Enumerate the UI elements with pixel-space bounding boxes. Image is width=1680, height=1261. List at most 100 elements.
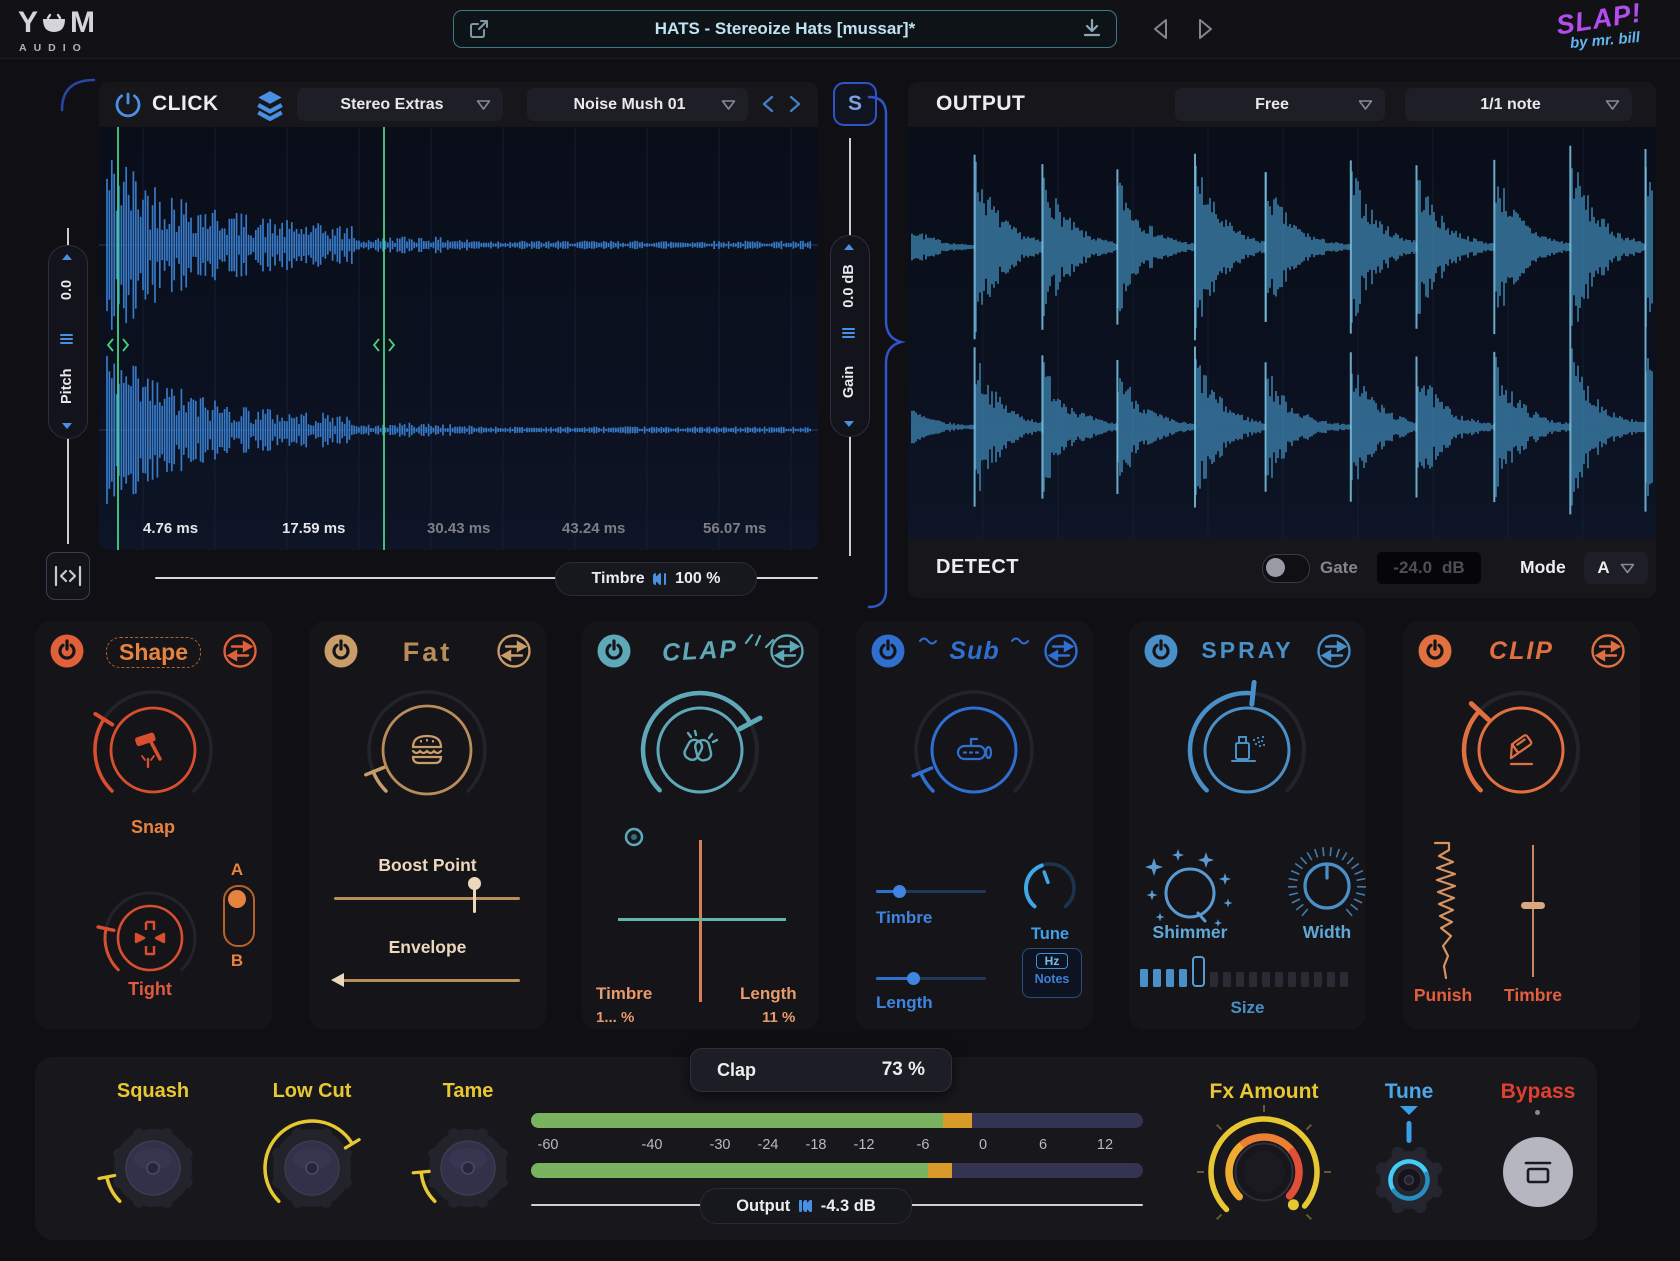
sparkles bbox=[1145, 849, 1233, 927]
hz-option[interactable]: Hz bbox=[1036, 953, 1069, 969]
sub-length-slider[interactable] bbox=[876, 971, 986, 985]
click-category-dropdown[interactable]: Stereo Extras bbox=[297, 88, 503, 121]
fat-swap-icon[interactable] bbox=[496, 633, 532, 669]
clip-knob[interactable] bbox=[1446, 675, 1596, 825]
clip-punish-slider[interactable] bbox=[1415, 840, 1475, 982]
clap-x-value[interactable]: 1... % bbox=[596, 1009, 634, 1026]
meter-bottom bbox=[531, 1163, 1143, 1178]
meter-scale-label: -60 bbox=[538, 1137, 559, 1153]
export-icon[interactable] bbox=[468, 18, 490, 40]
shape-snap-knob[interactable] bbox=[78, 675, 228, 825]
boost-point-slider[interactable] bbox=[334, 877, 520, 917]
envelope-handle[interactable] bbox=[329, 971, 347, 989]
sub-timbre-handle[interactable] bbox=[893, 885, 906, 898]
bypass-button[interactable] bbox=[1503, 1137, 1573, 1207]
bottom-tune-knob[interactable] bbox=[1364, 1135, 1454, 1225]
size-meter[interactable] bbox=[1140, 955, 1358, 987]
drag-grip-icon[interactable] bbox=[842, 326, 855, 340]
save-download-icon[interactable] bbox=[1082, 18, 1102, 40]
gain-slider[interactable]: 0.0 dB Gain bbox=[830, 235, 870, 437]
sample-prev-icon[interactable] bbox=[758, 93, 780, 115]
sub-tune-knob[interactable] bbox=[1018, 856, 1082, 920]
size-bar bbox=[1340, 972, 1348, 987]
gate-toggle[interactable] bbox=[1262, 554, 1310, 583]
output-gain-value[interactable]: -4.3 dB bbox=[821, 1197, 876, 1216]
grid-lines bbox=[143, 127, 791, 550]
timbre-value[interactable]: 100 % bbox=[675, 570, 720, 588]
fx-amount-knob[interactable] bbox=[1189, 1097, 1339, 1247]
clip-timbre-handle[interactable] bbox=[1521, 902, 1545, 909]
end-cursor[interactable] bbox=[374, 127, 394, 550]
arrow-right-icon[interactable] bbox=[652, 573, 660, 585]
output-gain-slider[interactable]: Output -4.3 dB bbox=[700, 1188, 912, 1224]
size-handle[interactable] bbox=[1192, 956, 1205, 987]
clip-timbre-slider[interactable] bbox=[1508, 840, 1558, 982]
spray-knob[interactable] bbox=[1172, 675, 1322, 825]
pitch-value[interactable]: 0.0 bbox=[59, 276, 75, 304]
output-note-dropdown[interactable]: 1/1 note bbox=[1405, 88, 1632, 121]
layers-icon[interactable] bbox=[254, 89, 286, 121]
sub-length-handle[interactable] bbox=[907, 972, 920, 985]
clap-swap-icon[interactable] bbox=[769, 633, 805, 669]
clap-y-value[interactable]: 11 % bbox=[762, 1009, 795, 1026]
gate-toggle-knob[interactable] bbox=[1266, 558, 1285, 577]
clap-amount-tooltip[interactable]: Clap 73 % bbox=[690, 1048, 952, 1092]
arrow-right-icon[interactable] bbox=[802, 1200, 810, 1212]
arrow-down-icon[interactable] bbox=[61, 422, 73, 430]
gate-threshold-value[interactable]: -24.0 bbox=[1393, 558, 1432, 578]
click-power-icon[interactable] bbox=[113, 90, 143, 120]
mode-label: Mode bbox=[1520, 557, 1566, 578]
tame-knob[interactable] bbox=[413, 1113, 523, 1223]
gain-value[interactable]: 0.0 dB bbox=[841, 258, 857, 314]
sub-knob[interactable] bbox=[899, 675, 1049, 825]
clap-knob[interactable] bbox=[625, 675, 775, 825]
hz-notes-toggle[interactable]: Hz Notes bbox=[1022, 948, 1082, 998]
sub-swap-icon[interactable] bbox=[1043, 633, 1079, 669]
clip-swap-icon[interactable] bbox=[1590, 633, 1626, 669]
spray-swap-icon[interactable] bbox=[1316, 633, 1352, 669]
envelope-slider[interactable] bbox=[334, 965, 520, 995]
meter-scale-label: -24 bbox=[758, 1137, 779, 1153]
loop-expand-button[interactable] bbox=[46, 552, 90, 600]
notes-option[interactable]: Notes bbox=[1023, 972, 1081, 986]
pitch-slider[interactable]: 0.0 Pitch bbox=[48, 245, 88, 439]
boost-point-track[interactable] bbox=[334, 897, 520, 900]
preset-bar[interactable]: HATS - Stereoize Hats [mussar]* bbox=[453, 10, 1117, 48]
mode-dropdown[interactable]: A bbox=[1584, 552, 1648, 584]
preset-prev-button[interactable] bbox=[1148, 16, 1174, 42]
envelope-track[interactable] bbox=[334, 979, 520, 982]
clap-xy-hline[interactable] bbox=[618, 918, 786, 921]
output-sync-dropdown[interactable]: Free bbox=[1175, 88, 1385, 121]
burger-icon bbox=[413, 736, 441, 763]
ab-toggle[interactable] bbox=[223, 885, 255, 947]
detect-bar: DETECT Gate -24.0 dB Mode A bbox=[908, 538, 1656, 598]
spray-width-knob[interactable] bbox=[1279, 838, 1375, 934]
arrow-down-icon[interactable] bbox=[843, 420, 855, 428]
clap-xy-indicator[interactable] bbox=[623, 826, 645, 848]
sub-timbre-slider[interactable] bbox=[876, 884, 986, 898]
lowcut-knob[interactable] bbox=[257, 1113, 367, 1223]
squash-knob[interactable] bbox=[98, 1113, 208, 1223]
drag-grip-icon[interactable] bbox=[60, 332, 73, 346]
preset-title[interactable]: HATS - Stereoize Hats [mussar]* bbox=[494, 11, 1076, 47]
boost-point-handle[interactable] bbox=[468, 877, 481, 890]
meter-scale-label: 6 bbox=[1039, 1137, 1047, 1153]
module-clap: CLAP Timbre 1... % Length bbox=[582, 621, 819, 1030]
arrow-up-icon[interactable] bbox=[843, 243, 855, 251]
click-waveform-display[interactable]: 4.76 ms 17.59 ms 30.43 ms 43.24 ms 56.07… bbox=[99, 127, 818, 550]
fat-knob[interactable] bbox=[352, 675, 502, 825]
ab-toggle-knob[interactable] bbox=[228, 890, 246, 908]
click-timbre-slider[interactable]: Timbre 100 % bbox=[555, 562, 757, 596]
arrow-up-icon[interactable] bbox=[61, 253, 73, 261]
shape-tight-knob[interactable] bbox=[95, 883, 205, 993]
sample-next-icon[interactable] bbox=[783, 93, 805, 115]
click-sample-dropdown[interactable]: Noise Mush 01 bbox=[527, 88, 748, 121]
sub-length-label: Length bbox=[876, 993, 933, 1013]
gate-threshold-box[interactable]: -24.0 dB bbox=[1377, 552, 1481, 584]
meter-top-green bbox=[531, 1113, 943, 1128]
shape-swap-icon[interactable] bbox=[222, 633, 258, 669]
preset-next-button[interactable] bbox=[1192, 16, 1218, 42]
expand-icon bbox=[54, 565, 82, 587]
clap-xy-vline[interactable] bbox=[699, 840, 702, 1002]
ab-top-label: A bbox=[223, 860, 251, 880]
